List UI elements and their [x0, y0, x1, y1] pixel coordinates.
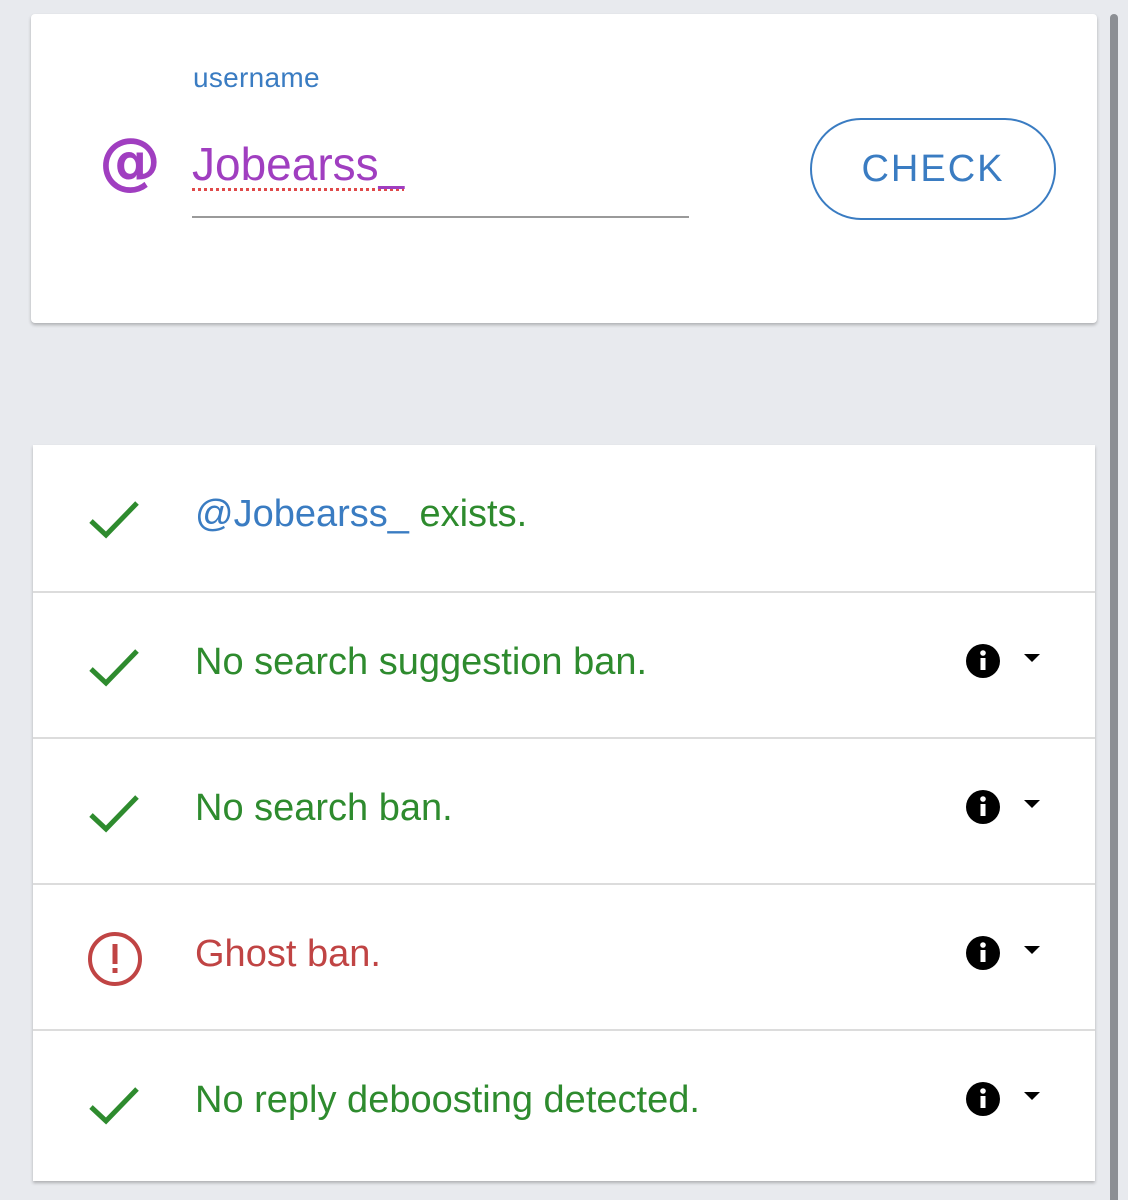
result-row-ghost-ban[interactable]: Ghost ban.: [33, 883, 1095, 1029]
result-text: @Jobearss_ exists.: [195, 493, 527, 536]
info-icon[interactable]: [965, 935, 1001, 971]
result-text: No reply deboosting detected.: [195, 1079, 700, 1121]
results-card: @Jobearss_ exists. No search suggestion …: [33, 445, 1095, 1181]
page: username @ CHECK @Jobearss_ exists. No s…: [0, 0, 1128, 1200]
chevron-down-icon[interactable]: [1021, 1089, 1043, 1103]
check-icon: [89, 1087, 139, 1125]
result-text: No search suggestion ban.: [195, 641, 648, 683]
scrollbar[interactable]: [1110, 14, 1118, 1200]
at-sign-icon: @: [99, 124, 161, 197]
result-row-search-ban[interactable]: No search ban.: [33, 737, 1095, 883]
result-row-search-suggestion-ban[interactable]: No search suggestion ban.: [33, 591, 1095, 737]
chevron-down-icon[interactable]: [1021, 651, 1043, 665]
result-text: Ghost ban.: [195, 933, 381, 975]
result-text-suffix: exists.: [408, 493, 528, 535]
username-input[interactable]: [192, 132, 689, 196]
username-search-card: username @ CHECK: [31, 14, 1097, 323]
result-row-exists: @Jobearss_ exists.: [33, 445, 1095, 591]
chevron-down-icon[interactable]: [1021, 797, 1043, 811]
username-field-label: username: [193, 62, 320, 93]
info-icon[interactable]: [965, 643, 1001, 679]
check-button[interactable]: CHECK: [810, 118, 1056, 220]
input-underline: [192, 216, 689, 218]
check-icon: [89, 795, 139, 833]
info-icon[interactable]: [965, 789, 1001, 825]
check-icon: [89, 501, 139, 539]
result-text: No search ban.: [195, 787, 453, 829]
info-icon[interactable]: [965, 1081, 1001, 1117]
alert-circle-icon: [88, 932, 142, 986]
result-row-reply-deboosting[interactable]: No reply deboosting detected.: [33, 1029, 1095, 1175]
check-icon: [89, 649, 139, 687]
chevron-down-icon[interactable]: [1021, 943, 1043, 957]
username-handle: @Jobearss_: [195, 493, 409, 535]
